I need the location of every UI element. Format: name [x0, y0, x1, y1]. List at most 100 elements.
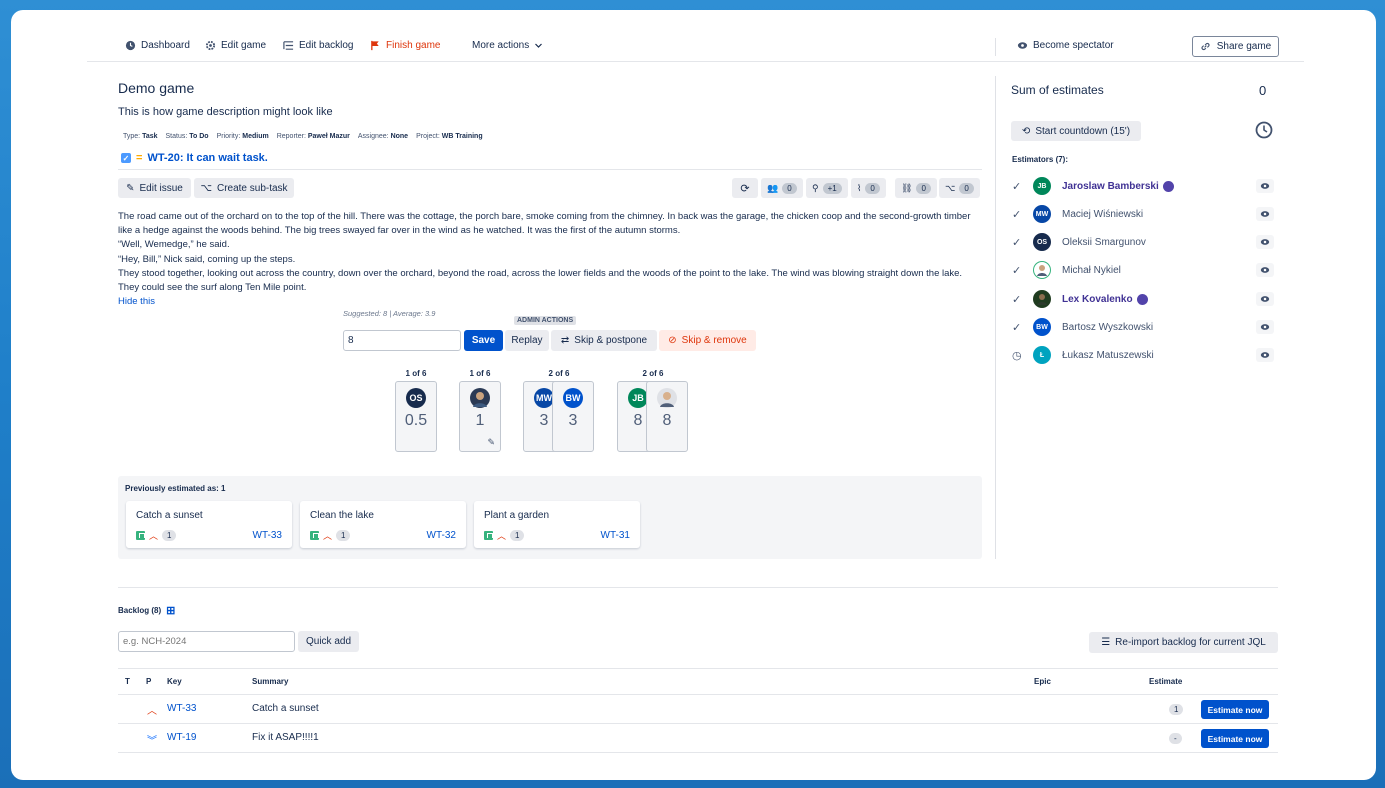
priority-high-icon: ︿ — [323, 531, 333, 541]
link-icon: ⛓ — [901, 182, 913, 193]
watchers-count: 0 — [782, 182, 797, 194]
eye-icon[interactable] — [1256, 292, 1274, 306]
history-icon: ⟲ — [1021, 125, 1031, 137]
suggested-average: Suggested: 8 | Average: 3.9 — [343, 309, 436, 318]
vote-group-label: 2 of 6 — [548, 369, 570, 378]
avatar — [470, 388, 490, 408]
start-countdown-button[interactable]: ⟲ Start countdown (15') — [1011, 121, 1141, 141]
dashboard-icon — [125, 40, 136, 51]
eye-icon[interactable] — [1256, 263, 1274, 277]
vote-card: 1 ✎ — [459, 381, 501, 452]
edit-game-label: Edit game — [221, 40, 267, 51]
vote-value: 8 — [662, 412, 672, 429]
previous-issue-card[interactable]: Catch a sunset ︿ 1 WT-33 — [126, 501, 292, 548]
vote-card: OS 0.5 — [395, 381, 437, 452]
checkmark-icon: ✓ — [1012, 293, 1022, 306]
column-header-type: T — [125, 677, 130, 686]
issue-meta: Type: Task Status: To Do Priority: Mediu… — [123, 133, 483, 140]
description-paragraph: The road came out of the orchard on to t… — [118, 211, 971, 237]
estimate-badge: 1 — [1169, 704, 1184, 715]
previous-issue-card[interactable]: Clean the lake ︿ 1 WT-32 — [300, 501, 466, 548]
eye-icon[interactable] — [1256, 348, 1274, 362]
previous-issue-key[interactable]: WT-31 — [601, 530, 630, 541]
meta-type: Type: Task — [123, 133, 158, 140]
dashboard-link[interactable]: Dashboard — [125, 40, 190, 51]
issue-key[interactable]: WT-33 — [167, 703, 196, 714]
admin-badge-icon — [1162, 180, 1174, 192]
admin-badge-icon — [1136, 293, 1148, 305]
table-row: ︾ WT-19 Fix it ASAP!!!!1 - Estimate now — [118, 724, 1278, 753]
priority-high-icon: ︿ — [147, 706, 157, 717]
vote-group-label: 2 of 6 — [642, 369, 664, 378]
skip-remove-label: Skip & remove — [681, 335, 747, 346]
subtasks-button[interactable]: ⌥ 0 — [939, 178, 980, 198]
grid-icon[interactable]: ⊞ — [166, 604, 175, 617]
avatar: Ł — [1033, 346, 1051, 364]
refresh-button[interactable]: ⟳ — [732, 178, 758, 198]
save-button[interactable]: Save — [464, 330, 503, 351]
eye-icon[interactable] — [1256, 179, 1274, 193]
postpone-icon: ⇄ — [560, 335, 570, 346]
estimator-row: ✓ BW Bartosz Wyszkowski — [1012, 317, 1274, 337]
eye-icon[interactable] — [1256, 320, 1274, 334]
column-header-epic: Epic — [1034, 677, 1051, 686]
reimport-backlog-button[interactable]: ☰ Re-import backlog for current JQL — [1089, 632, 1278, 653]
priority-medium-icon: = — [136, 152, 143, 164]
backlog-icon — [283, 41, 294, 50]
estimate-now-button[interactable]: Estimate now — [1201, 729, 1269, 748]
edit-backlog-link[interactable]: Edit backlog — [283, 40, 353, 51]
issue-key-title: WT-20: It can wait task. — [147, 152, 268, 164]
sum-of-estimates-label: Sum of estimates — [1011, 83, 1104, 97]
eye-icon[interactable] — [1256, 207, 1274, 221]
hide-this-link[interactable]: Hide this — [118, 295, 978, 309]
start-countdown-label: Start countdown (15') — [1035, 125, 1131, 137]
attachments-button[interactable]: ⌇ 0 — [851, 178, 886, 198]
story-icon — [136, 531, 145, 540]
meta-status: Status: To Do — [165, 133, 209, 140]
vote-value: 1 — [475, 412, 485, 429]
description-paragraph: “Well, Wemedge,” he said. — [118, 239, 230, 251]
become-spectator-button[interactable]: Become spectator — [1017, 40, 1114, 51]
replay-button[interactable]: Replay — [505, 330, 549, 351]
links-button[interactable]: ⛓ 0 — [895, 178, 937, 198]
finish-game-link[interactable]: Finish game — [370, 40, 440, 51]
issue-link[interactable]: ✓ = WT-20: It can wait task. — [121, 152, 268, 164]
votes-button[interactable]: ⚲ +1 — [806, 178, 848, 198]
avatar — [1033, 261, 1051, 279]
edit-game-link[interactable]: Edit game — [205, 40, 266, 51]
divider — [118, 668, 1278, 669]
more-actions-menu[interactable]: More actions — [472, 40, 543, 51]
eye-icon[interactable] — [1256, 235, 1274, 249]
estimate-badge: - — [1169, 733, 1182, 744]
avatar: JB — [1033, 177, 1051, 195]
estimate-now-button[interactable]: Estimate now — [1201, 700, 1269, 719]
skip-postpone-button[interactable]: ⇄ Skip & postpone — [551, 330, 657, 351]
estimator-name: Lex Kovalenko — [1062, 293, 1133, 305]
people-icon: 👥 — [767, 182, 779, 193]
pencil-icon[interactable]: ✎ — [487, 437, 495, 448]
links-count: 0 — [916, 182, 931, 194]
app-window: Dashboard Edit game Edit backlog Finish … — [11, 10, 1376, 780]
previous-issue-key[interactable]: WT-33 — [253, 530, 282, 541]
previous-issue-key[interactable]: WT-32 — [427, 530, 456, 541]
share-game-button[interactable]: Share game — [1192, 36, 1279, 57]
issue-key[interactable]: WT-19 — [167, 732, 196, 743]
quick-add-input[interactable] — [118, 631, 295, 652]
create-subtask-button[interactable]: ⌥ Create sub-task — [194, 178, 294, 198]
quick-add-button[interactable]: Quick add — [298, 631, 359, 652]
estimate-input[interactable] — [343, 330, 461, 351]
sum-of-estimates-value: 0 — [1259, 83, 1267, 98]
subtask-icon: ⌥ — [945, 182, 956, 193]
vote-group-label: 1 of 6 — [405, 369, 427, 378]
previous-issue-icons: ︿ 1 — [310, 529, 351, 542]
skip-remove-button[interactable]: ⊘ Skip & remove — [659, 330, 756, 351]
skip-postpone-label: Skip & postpone — [574, 335, 648, 346]
edit-issue-button[interactable]: ✎ Edit issue — [118, 178, 191, 198]
previous-issue-card[interactable]: Plant a garden ︿ 1 WT-31 — [474, 501, 640, 548]
subtasks-count: 0 — [959, 182, 974, 194]
description-paragraph: They stood together, looking out across … — [118, 267, 963, 294]
paperclip-icon: ⌇ — [857, 182, 862, 193]
backlog-label: Backlog (8) — [118, 606, 162, 615]
watchers-button[interactable]: 👥 0 — [761, 178, 803, 198]
avatar: OS — [406, 388, 426, 408]
